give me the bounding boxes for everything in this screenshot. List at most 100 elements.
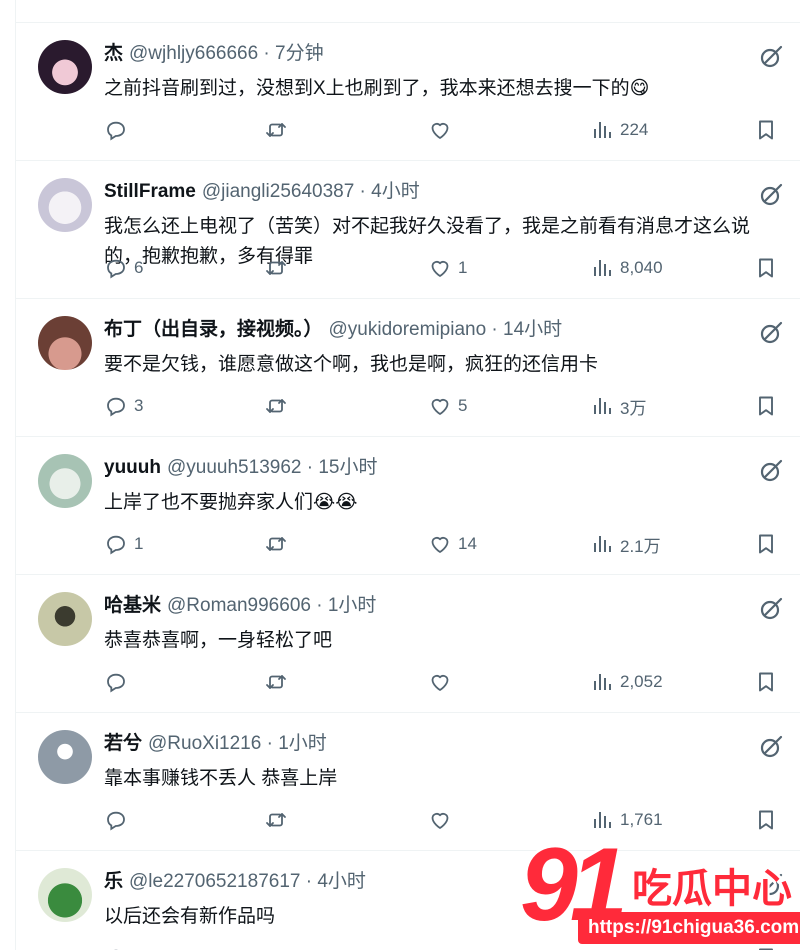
handle-time[interactable]: @RuoXi1216 · 1小时 (148, 733, 327, 754)
retweet-button[interactable] (264, 806, 294, 834)
tweet-text: 上岸了也不要抛弃家人们😭😭 (104, 488, 800, 518)
like-button[interactable]: 14 (428, 530, 477, 558)
like-button[interactable] (428, 806, 458, 834)
display-name[interactable]: yuuuh (104, 457, 161, 478)
grok-icon[interactable] (758, 182, 784, 208)
display-name[interactable]: StillFrame (104, 181, 196, 202)
bookmark-button[interactable] (754, 116, 778, 144)
bookmark-button[interactable] (754, 392, 778, 420)
views-button[interactable]: 2,052 (590, 668, 663, 696)
display-name[interactable]: 若兮 (104, 733, 142, 754)
tweet[interactable]: 布丁（出自录，接视频。） @yukidoremipiano · 14小时 要不是欠… (16, 298, 800, 437)
display-name[interactable]: 布丁（出自录，接视频。） (104, 319, 323, 340)
reply-button[interactable] (104, 806, 134, 834)
like-button[interactable] (428, 944, 458, 950)
reply-button[interactable] (104, 116, 134, 144)
retweet-button[interactable] (264, 944, 294, 950)
reply-button[interactable] (104, 944, 134, 950)
share-button[interactable] (794, 116, 800, 144)
views-button[interactable]: 3万 (590, 392, 646, 420)
retweet-button[interactable] (264, 116, 294, 144)
tweet[interactable]: yuuuh @yuuuh513962 · 15小时 上岸了也不要抛弃家人们😭😭 1… (16, 436, 800, 575)
avatar[interactable] (38, 454, 92, 508)
tweet-header: 杰 @wjhljy666666 · 7分钟 (104, 40, 324, 68)
share-button[interactable] (794, 530, 800, 558)
more-icon[interactable] (794, 454, 800, 472)
reply-button[interactable]: 3 (104, 392, 143, 420)
tweet-text-line: 上岸了也不要抛弃家人们😭😭 (104, 492, 358, 513)
tweet-header: StillFrame @jiangli25640387 · 4小时 (104, 178, 420, 206)
avatar[interactable] (38, 730, 92, 784)
display-name[interactable]: 乐 (104, 871, 123, 892)
retweet-icon (264, 670, 288, 694)
share-button[interactable] (794, 392, 800, 420)
retweet-icon (264, 394, 288, 418)
tweet[interactable]: 若兮 @RuoXi1216 · 1小时 靠本事赚钱不丢人 恭喜上岸 1,761 (16, 712, 800, 851)
handle-time[interactable]: @yuuuh513962 · 15小时 (167, 457, 377, 478)
share-button[interactable] (794, 668, 800, 696)
grok-icon[interactable] (758, 44, 784, 70)
more-icon[interactable] (794, 40, 800, 58)
avatar[interactable] (38, 40, 92, 94)
tweet-actions: 1,761 (104, 806, 800, 834)
grok-icon[interactable] (758, 596, 784, 622)
retweet-button[interactable] (264, 530, 294, 558)
reply-count: 6 (134, 258, 144, 277)
like-button[interactable]: 5 (428, 392, 467, 420)
retweet-button[interactable] (264, 668, 294, 696)
views-button[interactable]: 224 (590, 116, 648, 144)
display-name[interactable]: 杰 (104, 43, 123, 64)
like-button[interactable] (428, 116, 458, 144)
tweet-text-line: 恭喜恭喜啊，一身轻松了吧 (104, 630, 333, 651)
handle-time[interactable]: @wjhljy666666 · 7分钟 (129, 43, 324, 64)
display-name[interactable]: 哈基米 (104, 595, 161, 616)
like-count: 1 (458, 258, 468, 277)
handle-time[interactable]: @jiangli25640387 · 4小时 (202, 181, 420, 202)
tweet-text: 之前抖音刷到过，没想到X上也刷到了，我本来还想去搜一下的😋 (104, 74, 800, 104)
tweet[interactable]: 哈基米 @Roman996606 · 1小时 恭喜恭喜啊，一身轻松了吧 2,052 (16, 574, 800, 713)
retweet-button[interactable] (264, 254, 294, 282)
handle-time[interactable]: @Roman996606 · 1小时 (167, 595, 376, 616)
share-button[interactable] (794, 254, 800, 282)
reply-button[interactable] (104, 668, 134, 696)
like-count: 14 (458, 534, 477, 553)
bookmark-button[interactable] (754, 254, 778, 282)
avatar[interactable] (38, 868, 92, 922)
retweet-button[interactable] (264, 392, 294, 420)
tweet[interactable]: 杰 @wjhljy666666 · 7分钟 之前抖音刷到过，没想到X上也刷到了，我… (16, 22, 800, 161)
reply-button[interactable]: 6 (104, 254, 143, 282)
bookmark-icon (754, 118, 778, 142)
more-icon[interactable] (794, 316, 800, 334)
more-icon[interactable] (794, 178, 800, 196)
share-button[interactable] (794, 806, 800, 834)
handle-time[interactable]: @yukidoremipiano · 14小时 (329, 319, 563, 340)
like-button[interactable] (428, 668, 458, 696)
bookmark-button[interactable] (754, 668, 778, 696)
bookmark-button[interactable] (754, 806, 778, 834)
tweet-header: 乐 @le2270652187617 · 4小时 (104, 868, 366, 896)
tweet[interactable]: StillFrame @jiangli25640387 · 4小时 我怎么还上电视… (16, 160, 800, 299)
views-button[interactable]: 8,040 (590, 254, 663, 282)
bookmark-button[interactable] (754, 530, 778, 558)
more-icon[interactable] (794, 730, 800, 748)
views-button[interactable]: 2.1万 (590, 530, 661, 558)
previous-tweet-actions (16, 0, 800, 23)
reply-button[interactable]: 1 (104, 530, 143, 558)
grok-icon[interactable] (758, 458, 784, 484)
tweet-header: 布丁（出自录，接视频。） @yukidoremipiano · 14小时 (104, 316, 562, 344)
watermark-brand: 吃瓜中心 (632, 867, 792, 911)
tweet-text-line: 靠本事赚钱不丢人 恭喜上岸 (104, 768, 338, 789)
grok-icon[interactable] (758, 320, 784, 346)
views-icon (590, 670, 614, 694)
retweet-icon (264, 118, 288, 142)
view-count: 2,052 (620, 672, 663, 691)
like-button[interactable]: 1 (428, 254, 467, 282)
avatar[interactable] (38, 592, 92, 646)
avatar[interactable] (38, 316, 92, 370)
more-icon[interactable] (794, 592, 800, 610)
view-count: 1,761 (620, 810, 663, 829)
share-icon (794, 256, 800, 280)
handle-time[interactable]: @le2270652187617 · 4小时 (129, 871, 366, 892)
grok-icon[interactable] (758, 734, 784, 760)
avatar[interactable] (38, 178, 92, 232)
